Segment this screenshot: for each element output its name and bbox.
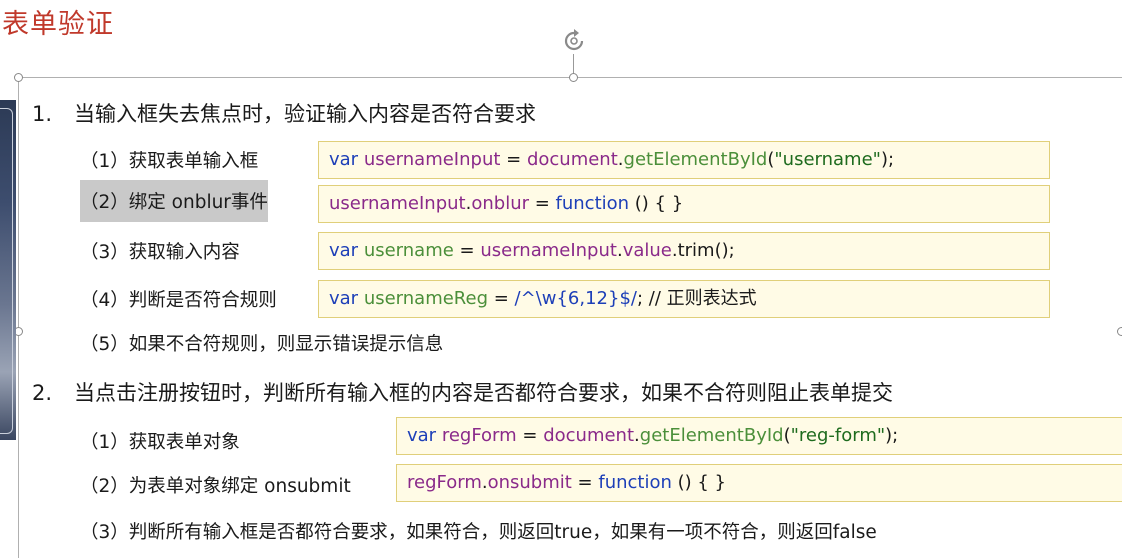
code-box-1-2: usernameInput.onblur = function () { } bbox=[318, 185, 1050, 223]
code-box-2-2: regForm.onsubmit = function () { } bbox=[396, 464, 1122, 502]
step-2-1: （1）获取表单对象 bbox=[80, 432, 240, 453]
resize-handle-middle-right[interactable] bbox=[1117, 327, 1122, 336]
section-1-heading: 1. 当输入框失去焦点时，验证输入内容是否符合要求 bbox=[32, 98, 536, 128]
thumbnail-frame bbox=[0, 108, 13, 434]
section-2-number: 2. bbox=[32, 381, 53, 405]
step-1-1: （1）获取表单输入框 bbox=[80, 151, 259, 172]
section-1-text: 当输入框失去焦点时，验证输入内容是否符合要求 bbox=[74, 102, 536, 126]
step-1-3: （3）获取输入内容 bbox=[80, 242, 240, 263]
step-2-2: （2）为表单对象绑定 onsubmit bbox=[80, 476, 351, 497]
code-box-1-4: var usernameReg = /^\w{6,12}$/; // 正则表达式 bbox=[318, 280, 1050, 318]
slide-thumbnail-edge[interactable] bbox=[0, 100, 16, 440]
section-1-number: 1. bbox=[32, 102, 53, 126]
step-1-2: （2）绑定 onblur事件 bbox=[80, 180, 268, 222]
slide-title: 表单验证 bbox=[2, 9, 114, 40]
step-1-4: （4）判断是否符合规则 bbox=[80, 290, 277, 311]
step-2-3: （3）判断所有输入框是否都符合要求，如果符合，则返回true，如果有一项不符合，… bbox=[80, 522, 877, 543]
resize-handle-top-left[interactable] bbox=[14, 73, 23, 82]
code-box-1-1: var usernameInput = document.getElementB… bbox=[318, 141, 1050, 179]
code-box-1-3: var username = usernameInput.value.trim(… bbox=[318, 232, 1050, 270]
code-box-2-1: var regForm = document.getElementById("r… bbox=[396, 417, 1122, 455]
section-2-heading: 2. 当点击注册按钮时，判断所有输入框的内容是否都符合要求，如果不合符则阻止表单提… bbox=[32, 377, 893, 407]
rotate-icon[interactable] bbox=[561, 28, 587, 54]
section-2-text: 当点击注册按钮时，判断所有输入框的内容是否都符合要求，如果不合符则阻止表单提交 bbox=[74, 381, 893, 405]
resize-handle-top-center[interactable] bbox=[569, 73, 578, 82]
step-1-5: （5）如果不合符规则，则显示错误提示信息 bbox=[80, 334, 444, 355]
step-1-2-label: （2）绑定 onblur事件 bbox=[80, 192, 268, 213]
